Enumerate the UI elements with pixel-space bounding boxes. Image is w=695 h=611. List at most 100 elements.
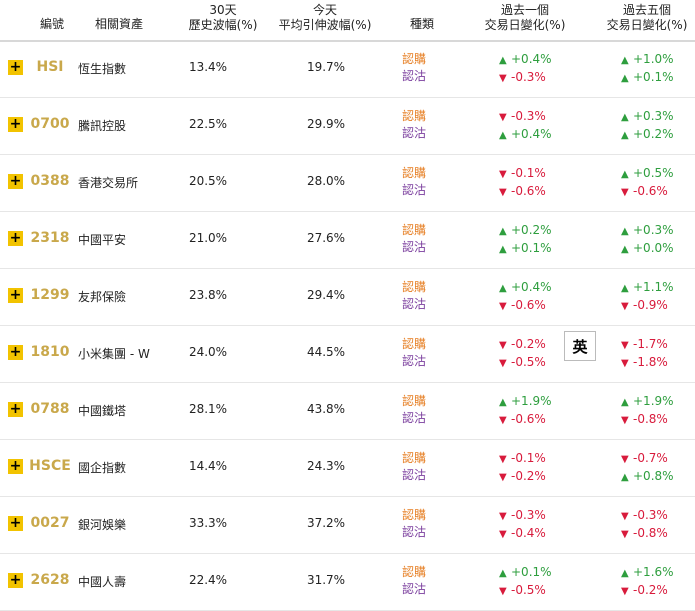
warrant-types: 認購 認沽: [402, 336, 442, 370]
change-up: ▲ +0.3%: [621, 108, 681, 126]
change-down: ▼ -0.6%: [621, 183, 681, 201]
change-value: +0.4%: [511, 127, 552, 141]
one-day-change: ▼ -0.3% ▲ +0.4%: [499, 108, 559, 144]
change-value: +0.1%: [633, 70, 674, 84]
change-value: -0.6%: [633, 184, 668, 198]
asset-code[interactable]: 2628: [28, 572, 72, 588]
one-day-change: ▲ +1.9% ▼ -0.6%: [499, 393, 559, 429]
historical-volatility: 22.5%: [188, 117, 228, 131]
change-down: ▼ -0.8%: [621, 525, 681, 543]
change-value: -0.9%: [633, 298, 668, 312]
change-value: +0.0%: [633, 241, 674, 255]
triangle-up-icon: ▲: [499, 397, 507, 408]
change-value: +0.4%: [511, 52, 552, 66]
asset-name: 香港交易所: [78, 176, 139, 190]
change-down: ▼ -0.9%: [621, 297, 681, 315]
header-d5: 過去五個 交易日變化(%): [592, 3, 695, 33]
triangle-down-icon: ▼: [499, 454, 507, 465]
triangle-down-icon: ▼: [499, 529, 507, 540]
expand-button[interactable]: +: [8, 573, 23, 588]
implied-volatility: 19.7%: [306, 60, 346, 74]
change-down: ▼ -0.2%: [499, 336, 559, 354]
change-value: +0.2%: [511, 223, 552, 237]
header-iv: 今天 平均引伸波幅(%): [265, 3, 385, 33]
asset-code[interactable]: 0027: [28, 515, 72, 531]
header-d5-bottom: 交易日變化(%): [606, 18, 688, 32]
header-iv-top: 今天: [312, 3, 337, 17]
expand-button[interactable]: +: [8, 345, 23, 360]
triangle-up-icon: ▲: [499, 568, 507, 579]
change-up: ▲ +1.6%: [621, 564, 681, 582]
expand-button[interactable]: +: [8, 117, 23, 132]
asset-code[interactable]: HSCE: [28, 458, 72, 474]
expand-button[interactable]: +: [8, 231, 23, 246]
asset-code[interactable]: 0700: [28, 116, 72, 132]
change-value: +0.2%: [633, 127, 674, 141]
five-day-change: ▲ +1.0% ▲ +0.1%: [621, 51, 681, 87]
one-day-change: ▲ +0.1% ▼ -0.5%: [499, 564, 559, 600]
historical-volatility: 20.5%: [188, 174, 228, 188]
change-value: -0.7%: [633, 451, 668, 465]
expand-button[interactable]: +: [8, 459, 23, 474]
triangle-down-icon: ▼: [499, 73, 507, 84]
expand-button[interactable]: +: [8, 402, 23, 417]
triangle-up-icon: ▲: [499, 244, 507, 255]
asset-code[interactable]: 0788: [28, 401, 72, 417]
change-down: ▼ -0.3%: [499, 108, 559, 126]
expand-button[interactable]: +: [8, 288, 23, 303]
asset-code[interactable]: 1810: [28, 344, 72, 360]
asset-code[interactable]: 0388: [28, 173, 72, 189]
triangle-up-icon: ▲: [621, 397, 629, 408]
change-down: ▼ -0.2%: [499, 468, 559, 486]
expand-button[interactable]: +: [8, 60, 23, 75]
change-up: ▲ +0.4%: [499, 51, 559, 69]
implied-volatility: 37.2%: [306, 516, 346, 530]
asset-code[interactable]: HSI: [28, 59, 72, 75]
triangle-up-icon: ▲: [621, 568, 629, 579]
triangle-down-icon: ▼: [499, 187, 507, 198]
triangle-down-icon: ▼: [621, 301, 629, 312]
asset-name: 小米集團 - W: [78, 347, 150, 361]
warrant-types: 認購 認沽: [402, 51, 442, 85]
asset-code[interactable]: 1299: [28, 287, 72, 303]
change-up: ▲ +0.1%: [499, 240, 559, 258]
asset-name: 友邦保險: [78, 290, 127, 304]
implied-volatility: 24.3%: [306, 459, 346, 473]
change-down: ▼ -0.5%: [499, 582, 559, 600]
type-put: 認沽: [402, 69, 427, 83]
type-call: 認購: [402, 565, 427, 579]
historical-volatility: 14.4%: [188, 459, 228, 473]
implied-volatility: 28.0%: [306, 174, 346, 188]
asset-code[interactable]: 2318: [28, 230, 72, 246]
change-value: -0.2%: [511, 469, 546, 483]
language-toggle-button[interactable]: 英: [564, 331, 596, 361]
header-type: 種類: [409, 17, 434, 31]
expand-button[interactable]: +: [8, 516, 23, 531]
type-call: 認購: [402, 508, 427, 522]
triangle-down-icon: ▼: [499, 112, 507, 123]
historical-volatility: 22.4%: [188, 573, 228, 587]
triangle-down-icon: ▼: [499, 586, 507, 597]
warrant-types: 認購 認沽: [402, 564, 442, 598]
change-value: +1.9%: [511, 394, 552, 408]
triangle-down-icon: ▼: [621, 358, 629, 369]
five-day-change: ▼ -1.7% ▼ -1.8%: [621, 336, 681, 372]
type-call: 認購: [402, 451, 427, 465]
change-up: ▲ +0.0%: [621, 240, 681, 258]
change-value: -0.8%: [633, 526, 668, 540]
header-d1: 過去一個 交易日變化(%): [470, 3, 580, 33]
change-down: ▼ -0.1%: [499, 165, 559, 183]
header-hv: 30天 歷史波幅(%): [168, 3, 278, 33]
triangle-down-icon: ▼: [621, 415, 629, 426]
triangle-up-icon: ▲: [621, 112, 629, 123]
table-row: +2628 中國人壽 22.4% 31.7% 認購 認沽 ▲ +0.1% ▼ -0.5% ▲ +…: [0, 553, 695, 611]
change-up: ▲ +0.2%: [621, 126, 681, 144]
implied-volatility: 29.9%: [306, 117, 346, 131]
expand-button[interactable]: +: [8, 174, 23, 189]
change-down: ▼ -0.1%: [499, 450, 559, 468]
triangle-down-icon: ▼: [499, 511, 507, 522]
change-value: +0.8%: [633, 469, 674, 483]
five-day-change: ▼ -0.7% ▲ +0.8%: [621, 450, 681, 486]
change-down: ▼ -0.3%: [621, 507, 681, 525]
five-day-change: ▲ +0.5% ▼ -0.6%: [621, 165, 681, 201]
